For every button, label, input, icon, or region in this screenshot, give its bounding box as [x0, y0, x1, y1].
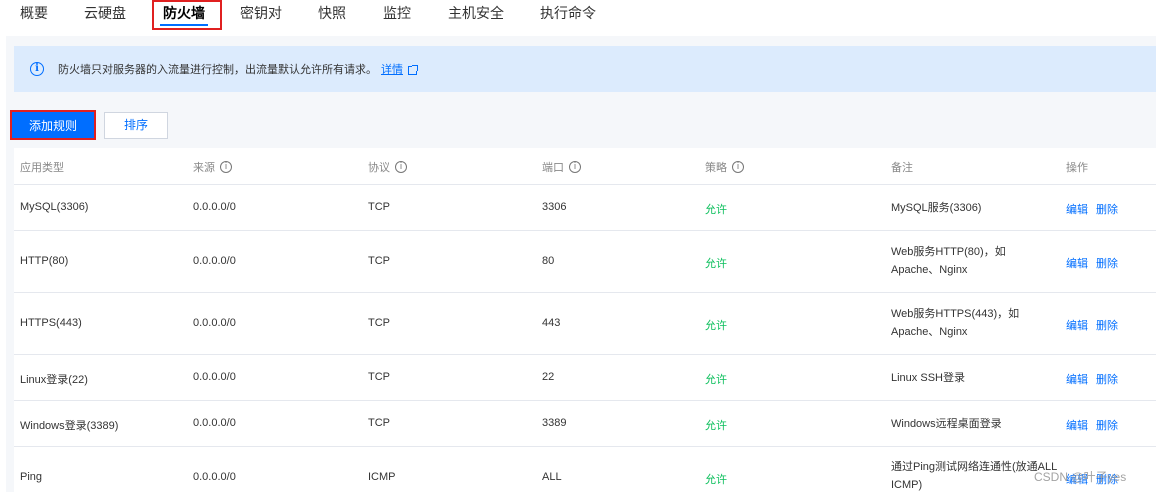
cell-protocol: TCP: [368, 417, 390, 429]
edit-link[interactable]: 编辑: [1066, 317, 1088, 333]
add-rule-button[interactable]: 添加规则: [10, 110, 96, 140]
cell-remark: Web服务HTTPS(443)，如Apache、Nginx: [891, 308, 1020, 338]
table-header: 应用类型 来源 i 协议 i 端口 i 策略 i 备注 操作: [14, 148, 1156, 185]
edit-link[interactable]: 编辑: [1066, 201, 1088, 217]
edit-link[interactable]: 编辑: [1066, 255, 1088, 271]
watermark: CSDN @叶子yes: [1034, 470, 1127, 484]
tab-run-command[interactable]: 执行命令: [540, 2, 596, 26]
cell-source: 0.0.0.0/0: [193, 317, 236, 329]
header-actions: 操作: [1066, 162, 1088, 174]
details-link[interactable]: 详情: [381, 61, 403, 77]
cell-source: 0.0.0.0/0: [193, 417, 236, 429]
firewall-panel: i 防火墙只对服务器的入流量进行控制，出流量默认允许所有请求。 详情 添加规则 …: [6, 36, 1156, 492]
header-policy: 策略 i: [705, 159, 744, 175]
cell-remark: Web服务HTTP(80)，如Apache、Nginx: [891, 246, 1006, 276]
cell-port: 3306: [542, 201, 567, 213]
top-tabs: 概要 云硬盘 防火墙 密钥对 快照 监控 主机安全 执行命令: [0, 0, 1156, 30]
firewall-rules-table: 应用类型 来源 i 协议 i 端口 i 策略 i 备注 操作 MySQL(3306) 0…: [14, 148, 1156, 492]
help-icon[interactable]: i: [569, 161, 581, 173]
cell-policy: 允许: [705, 374, 727, 386]
cell-port: ALL: [542, 471, 562, 483]
help-icon[interactable]: i: [395, 161, 407, 173]
cell-policy: 允许: [705, 258, 727, 270]
table-row: Windows登录(3389) 0.0.0.0/0 TCP 3389 允许 Wi…: [14, 401, 1156, 447]
cell-port: 443: [542, 317, 561, 329]
cell-protocol: TCP: [368, 317, 390, 329]
delete-link[interactable]: 删除: [1096, 255, 1118, 271]
cell-port: 22: [542, 371, 555, 383]
cell-policy: 允许: [705, 474, 727, 486]
cell-remark: Linux SSH登录: [891, 372, 965, 384]
tab-snapshot[interactable]: 快照: [318, 2, 346, 26]
cell-protocol: ICMP: [368, 471, 396, 483]
header-port: 端口 i: [542, 159, 581, 175]
cell-app-type: MySQL(3306): [20, 201, 89, 213]
tab-overview[interactable]: 概要: [20, 2, 48, 26]
table-row: MySQL(3306) 0.0.0.0/0 TCP 3306 允许 MySQL服…: [14, 185, 1156, 231]
table-row: HTTPS(443) 0.0.0.0/0 TCP 443 允许 Web服务HTT…: [14, 293, 1156, 355]
delete-link[interactable]: 删除: [1096, 371, 1118, 387]
edit-link[interactable]: 编辑: [1066, 371, 1088, 387]
cell-remark: Windows远程桌面登录: [891, 418, 1002, 430]
external-link-icon[interactable]: [408, 64, 418, 75]
header-app-type: 应用类型: [20, 162, 64, 174]
cell-protocol: TCP: [368, 371, 390, 383]
info-icon: i: [30, 62, 44, 76]
annotation-highlight-box: [152, 0, 222, 30]
table-row: Ping 0.0.0.0/0 ICMP ALL 允许 通过Ping测试网络连通性…: [14, 447, 1156, 492]
help-icon[interactable]: i: [220, 161, 232, 173]
cell-app-type: Linux登录(22): [20, 374, 88, 386]
tab-key-pair[interactable]: 密钥对: [240, 2, 282, 26]
cell-policy: 允许: [705, 204, 727, 216]
cell-app-type: HTTPS(443): [20, 317, 82, 329]
cell-protocol: TCP: [368, 201, 390, 213]
header-protocol: 协议 i: [368, 159, 407, 175]
cell-source: 0.0.0.0/0: [193, 471, 236, 483]
cell-app-type: Windows登录(3389): [20, 420, 119, 432]
cell-port: 80: [542, 255, 555, 267]
cell-source: 0.0.0.0/0: [193, 201, 236, 213]
help-icon[interactable]: i: [732, 161, 744, 173]
tab-monitor[interactable]: 监控: [383, 2, 411, 26]
cell-port: 3389: [542, 417, 567, 429]
cell-source: 0.0.0.0/0: [193, 371, 236, 383]
cell-policy: 允许: [705, 320, 727, 332]
cell-policy: 允许: [705, 420, 727, 432]
delete-link[interactable]: 删除: [1096, 201, 1118, 217]
cell-protocol: TCP: [368, 255, 390, 267]
tab-cloud-disk[interactable]: 云硬盘: [84, 2, 126, 26]
cell-app-type: Ping: [20, 471, 43, 483]
info-banner: i 防火墙只对服务器的入流量进行控制，出流量默认允许所有请求。 详情: [14, 46, 1156, 92]
sort-button[interactable]: 排序: [104, 112, 168, 139]
table-row: HTTP(80) 0.0.0.0/0 TCP 80 允许 Web服务HTTP(8…: [14, 231, 1156, 293]
info-text: 防火墙只对服务器的入流量进行控制，出流量默认允许所有请求。: [58, 64, 377, 76]
delete-link[interactable]: 删除: [1096, 417, 1118, 433]
cell-remark: MySQL服务(3306): [891, 202, 982, 214]
tab-host-security[interactable]: 主机安全: [448, 2, 504, 26]
cell-app-type: HTTP(80): [20, 255, 69, 267]
table-row: Linux登录(22) 0.0.0.0/0 TCP 22 允许 Linux SS…: [14, 355, 1156, 401]
header-source: 来源 i: [193, 159, 232, 175]
header-remark: 备注: [891, 162, 913, 174]
delete-link[interactable]: 删除: [1096, 317, 1118, 333]
cell-source: 0.0.0.0/0: [193, 255, 236, 267]
edit-link[interactable]: 编辑: [1066, 417, 1088, 433]
